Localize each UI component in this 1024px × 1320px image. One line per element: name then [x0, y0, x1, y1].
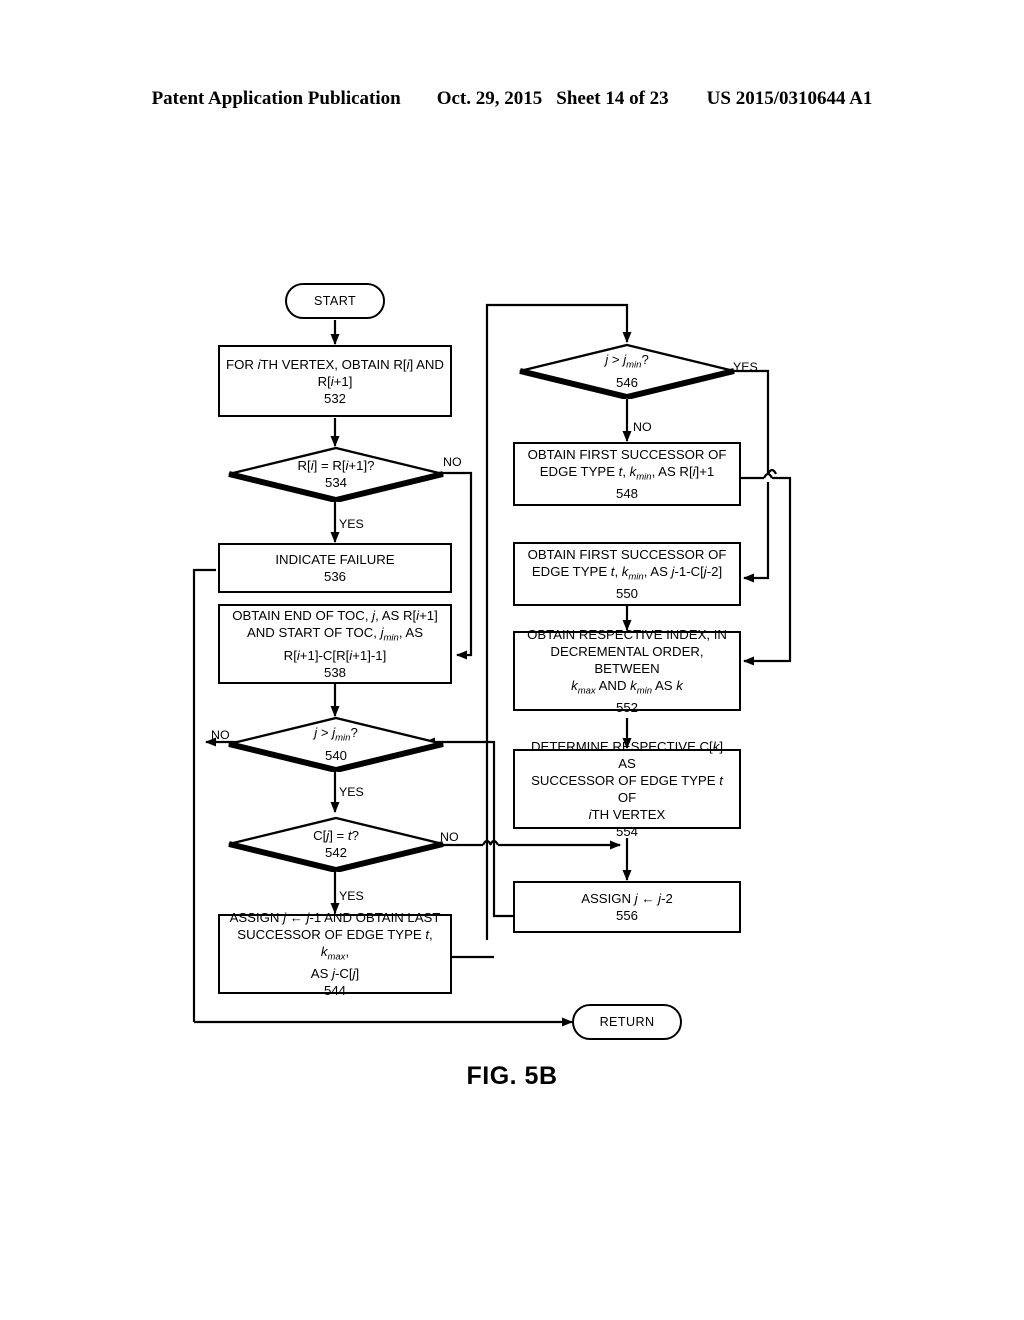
process-550[interactable]: OBTAIN FIRST SUCCESSOR OF EDGE TYPE t, k…	[513, 542, 744, 609]
decision-534-text: R[i] = R[i+1]? 534	[297, 458, 375, 490]
decision-546[interactable]: j > jmin? 546	[517, 343, 737, 399]
flowchart-connectors	[192, 303, 792, 1027]
decision-534[interactable]: R[i] = R[i+1]? 534	[226, 446, 446, 502]
edge-label-534-no: NO	[443, 455, 462, 469]
patent-sheet: Patent Application Publication Oct. 29, …	[0, 0, 1024, 1320]
decision-540[interactable]: j > jmin? 540	[226, 716, 446, 772]
terminal-return[interactable]: RETURN	[572, 1004, 685, 1043]
decision-542[interactable]: C[j] = t? 542	[226, 816, 446, 872]
process-554[interactable]: DETERMINE RESPECTIVE C[k] AS SUCCESSOR O…	[513, 739, 744, 839]
terminal-return-label: RETURN	[599, 1015, 655, 1029]
process-532[interactable]: FOR iTH VERTEX, OBTAIN R[i] AND R[i+1] 5…	[218, 345, 455, 420]
edge-label-542-yes: YES	[339, 889, 364, 903]
process-552[interactable]: OBTAIN RESPECTIVE INDEX, IN DECREMENTAL …	[513, 627, 744, 715]
process-550-text: OBTAIN FIRST SUCCESSOR OF EDGE TYPE t, k…	[527, 546, 727, 602]
process-554-text: DETERMINE RESPECTIVE C[k] AS SUCCESSOR O…	[531, 739, 723, 839]
edge-label-542-no: NO	[440, 830, 459, 844]
process-536[interactable]: INDICATE FAILURE 536	[218, 543, 455, 596]
process-552-text: OBTAIN RESPECTIVE INDEX, IN DECREMENTAL …	[527, 626, 727, 716]
decision-542-text: C[j] = t? 542	[313, 828, 359, 860]
edge-label-540-yes: YES	[339, 785, 364, 799]
process-532-text: FOR iTH VERTEX, OBTAIN R[i] AND R[i+1] 5…	[226, 356, 444, 406]
process-538[interactable]: OBTAIN END OF TOC, j, AS R[i+1] AND STAR…	[218, 604, 455, 687]
process-536-text: INDICATE FAILURE 536	[275, 552, 395, 584]
terminal-start-label: START	[313, 294, 357, 308]
process-544[interactable]: ASSIGN j ← j-1 AND OBTAIN LAST SUCCESSOR…	[218, 910, 455, 998]
process-538-text: OBTAIN END OF TOC, j, AS R[i+1] AND STAR…	[232, 608, 438, 680]
edge-label-546-yes: YES	[733, 360, 758, 374]
edge-label-534-yes: YES	[339, 517, 364, 531]
terminal-start[interactable]: START	[285, 283, 388, 322]
decision-540-text: j > jmin? 540	[314, 725, 358, 763]
process-556[interactable]: ASSIGN j ← j-2 556	[513, 881, 744, 936]
process-548[interactable]: OBTAIN FIRST SUCCESSOR OF EDGE TYPE t, k…	[513, 442, 744, 509]
process-544-text: ASSIGN j ← j-1 AND OBTAIN LAST SUCCESSOR…	[229, 909, 441, 999]
process-556-text: ASSIGN j ← j-2 556	[581, 891, 673, 923]
decision-546-text: j > jmin? 546	[605, 352, 649, 390]
edge-label-546-no: NO	[633, 420, 652, 434]
figure-caption: FIG. 5B	[466, 1062, 558, 1090]
edge-label-540-no: NO	[211, 728, 230, 742]
process-548-text: OBTAIN FIRST SUCCESSOR OF EDGE TYPE t, k…	[527, 446, 727, 502]
